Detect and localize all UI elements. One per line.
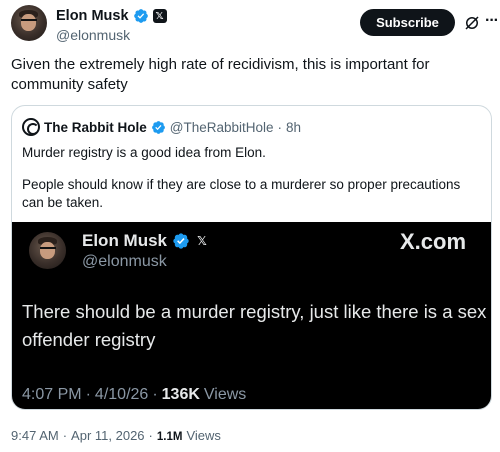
grok-icon[interactable] xyxy=(463,14,481,32)
media-post-meta: 4:07 PM · 4/10/26 · 136K Views xyxy=(22,386,246,404)
separator-dot: · xyxy=(148,428,153,443)
subscribe-button[interactable]: Subscribe xyxy=(360,9,455,36)
quoted-author-name: The Rabbit Hole xyxy=(44,119,147,135)
separator-dot: · xyxy=(152,386,158,403)
views-count[interactable]: 1.1M xyxy=(157,431,183,443)
quoted-post[interactable]: The Rabbit Hole @TheRabbitHole · 8h Murd… xyxy=(11,105,492,410)
quoted-author-avatar xyxy=(22,118,40,136)
media-post-time: 4:07 PM xyxy=(22,386,82,403)
media-post-text: There should be a murder registry, just … xyxy=(22,301,487,350)
quoted-post-age: 8h xyxy=(286,119,302,135)
media-author-name: Elon Musk xyxy=(82,231,168,250)
separator-dot: · xyxy=(62,428,68,443)
x-logo: X.com xyxy=(400,229,467,254)
separator-dot: · xyxy=(85,386,91,403)
quoted-post-text-line2: People should know if they are close to … xyxy=(22,177,461,210)
more-icon[interactable]: ··· xyxy=(485,13,500,31)
media-author-avatar xyxy=(29,232,66,269)
post-time[interactable]: 9:47 AM xyxy=(11,428,59,443)
quoted-media-image[interactable]: Elon Musk 𝕏 @elonmusk X.com There should… xyxy=(12,222,491,409)
media-post-date: 4/10/26 xyxy=(94,386,149,403)
verified-badge-icon xyxy=(173,233,189,249)
author-avatar[interactable] xyxy=(11,5,47,41)
media-views-count: 136K xyxy=(161,386,200,403)
x-affiliation-icon: 𝕏 xyxy=(152,9,167,23)
separator-dot: · xyxy=(277,119,283,135)
author-name[interactable]: Elon Musk xyxy=(56,8,129,24)
quoted-post-text-line1: Murder registry is a good idea from Elon… xyxy=(22,145,266,160)
media-views-label: Views xyxy=(203,386,247,403)
verified-badge-icon xyxy=(151,120,165,134)
media-author-handle: @elonmusk xyxy=(82,253,167,270)
post-text: Given the extremely high rate of recidiv… xyxy=(11,56,430,93)
author-handle[interactable]: @elonmusk xyxy=(56,27,167,43)
quoted-post-header: The Rabbit Hole @TheRabbitHole · 8h xyxy=(22,118,301,136)
verified-badge-icon xyxy=(133,9,148,23)
views-label: Views xyxy=(186,428,221,443)
quoted-author-handle: @TheRabbitHole xyxy=(169,119,274,135)
post-meta: 9:47 AM · Apr 11, 2026 · 1.1M Views xyxy=(11,428,221,443)
post-date[interactable]: Apr 11, 2026 xyxy=(71,428,144,443)
x-affiliation-icon: 𝕏 xyxy=(197,234,207,248)
post-header: Elon Musk 𝕏 @elonmusk Subscribe ··· xyxy=(11,5,499,45)
author-info: Elon Musk 𝕏 @elonmusk xyxy=(56,7,167,43)
media-author-row: Elon Musk 𝕏 xyxy=(82,230,209,252)
